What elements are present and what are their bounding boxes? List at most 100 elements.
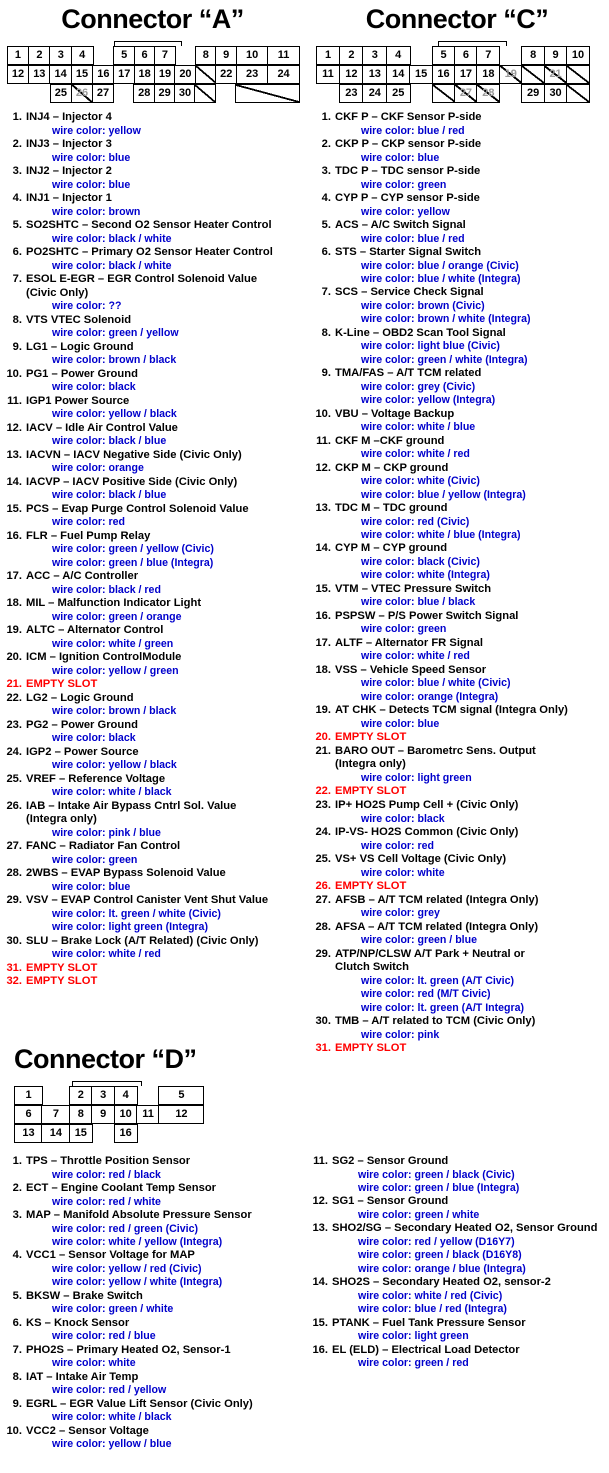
pin-cell-12[interactable]: 12 — [338, 65, 364, 84]
pin-entry: 16. FLR – Fuel Pump Relay wire color: gree… — [4, 530, 299, 570]
pin-cell-4[interactable]: 4 — [113, 1086, 138, 1105]
pin-entry-name: SG1 – Sensor Ground — [332, 1195, 449, 1208]
pin-cell-16[interactable]: 16 — [431, 65, 456, 84]
pin-cell-7[interactable]: 7 — [153, 46, 176, 65]
pin-cell-6[interactable]: 6 — [453, 46, 478, 65]
pin-cell-13[interactable]: 13 — [27, 65, 51, 84]
pin-cell-9[interactable]: 9 — [543, 46, 568, 65]
pin-cell-13[interactable]: 13 — [362, 65, 388, 84]
pin-cell-14[interactable]: 14 — [49, 65, 73, 84]
pin-cell-15[interactable]: 15 — [68, 1124, 93, 1143]
pin-cell-13[interactable]: 13 — [14, 1124, 43, 1143]
pin-cell-7[interactable]: 7 — [41, 1105, 71, 1124]
pin-entry-name: PG1 – Power Ground — [26, 367, 138, 380]
wire-color-text: wire color: light green — [361, 772, 472, 785]
pin-cell-10[interactable]: 10 — [113, 1105, 138, 1124]
pin-cell-30[interactable]: 30 — [543, 84, 568, 103]
pin-cell-28[interactable]: 28 — [133, 84, 156, 103]
pin-entry-number: 1. — [12, 1155, 22, 1167]
wire-color-text: wire color: white — [361, 866, 445, 879]
pin-cell-3[interactable]: 3 — [91, 1086, 116, 1105]
pin-cell-23[interactable]: 23 — [235, 65, 269, 84]
pin-entry-number: 19. — [315, 704, 331, 717]
pin-entry-name: IGP2 – Power Source — [26, 745, 139, 758]
pin-cell-11[interactable]: 11 — [136, 1105, 161, 1124]
pin-cell-3[interactable]: 3 — [362, 46, 388, 65]
pin-entry-number: 27. — [6, 840, 22, 853]
pin-entry-name: 2WBS – EVAP Bypass Solenoid Value — [26, 867, 226, 880]
pin-cell-14[interactable]: 14 — [385, 65, 411, 84]
pin-entry-body: EMPTY SLOT — [335, 785, 605, 799]
pin-number: 25 — [54, 87, 68, 99]
pin-cell-14[interactable]: 14 — [41, 1124, 71, 1143]
wire-color-text: wire color: blue — [361, 151, 440, 164]
pin-cell-24[interactable]: 24 — [362, 84, 388, 103]
pin-cell-25[interactable]: 25 — [49, 84, 73, 103]
pin-entry: 31. EMPTY SLOT — [313, 1042, 605, 1056]
pin-cell-1[interactable]: 1 — [14, 1086, 43, 1105]
pin-cell-23[interactable]: 23 — [338, 84, 364, 103]
pin-cell-9[interactable]: 9 — [91, 1105, 116, 1124]
pin-entry: 18. VSS – Vehicle Speed Sensor wire color:… — [313, 664, 605, 704]
pin-cell-27[interactable]: 27 — [91, 84, 115, 103]
pin-entry-number: 10. — [6, 1424, 22, 1437]
pin-cell-15[interactable]: 15 — [409, 65, 434, 84]
pin-cell-17[interactable]: 17 — [113, 65, 136, 84]
pin-entry-body: IACV – Idle Air Control Value wire color:… — [26, 422, 299, 449]
pin-cell-4[interactable]: 4 — [385, 46, 411, 65]
pin-cell-8[interactable]: 8 — [194, 46, 217, 65]
pin-cell-1[interactable]: 1 — [6, 46, 30, 65]
pin-cell-6[interactable]: 6 — [133, 46, 156, 65]
pin-cell-4[interactable]: 4 — [70, 46, 94, 65]
pin-cell-2[interactable]: 2 — [338, 46, 364, 65]
pin-cell-24[interactable]: 24 — [267, 65, 301, 84]
pin-cell-18[interactable]: 18 — [476, 65, 501, 84]
pin-cell-2[interactable]: 2 — [27, 46, 51, 65]
pin-entry-number: 28. — [6, 867, 22, 880]
pin-cell-20[interactable]: 20 — [174, 65, 197, 84]
pin-entry-name: VTM – VTEC Pressure Switch — [335, 582, 492, 595]
wire-color-text: wire color: light green (Integra) — [52, 921, 208, 934]
pin-cell-30[interactable]: 30 — [174, 84, 197, 103]
pin-cell-6[interactable]: 6 — [14, 1105, 43, 1124]
pin-cell-8[interactable]: 8 — [68, 1105, 93, 1124]
pin-entry-body: KS – Knock Sensor wire color: red / blue — [26, 1317, 300, 1344]
pin-cell-10[interactable]: 10 — [235, 46, 269, 65]
pin-cell-7[interactable]: 7 — [476, 46, 501, 65]
pin-cell-5[interactable]: 5 — [113, 46, 136, 65]
pin-cell-29[interactable]: 29 — [153, 84, 176, 103]
pin-cell-22[interactable]: 22 — [215, 65, 238, 84]
pin-cell-17[interactable]: 17 — [453, 65, 478, 84]
pin-cell-10[interactable]: 10 — [565, 46, 590, 65]
pin-cell-15[interactable]: 15 — [70, 65, 94, 84]
pin-number: 12 — [175, 1108, 188, 1120]
pin-entry-body: BKSW – Brake Switch wire color: green / w… — [26, 1290, 300, 1317]
pin-entry-name: KS – Knock Sensor — [26, 1316, 130, 1329]
pin-cell-27-unused: 27 — [453, 84, 478, 103]
pin-cell-3[interactable]: 3 — [49, 46, 73, 65]
pin-cell-5[interactable]: 5 — [158, 1086, 205, 1105]
pin-cell-9[interactable]: 9 — [215, 46, 238, 65]
pin-cell-29[interactable]: 29 — [521, 84, 546, 103]
pin-cell-12[interactable]: 12 — [158, 1105, 205, 1124]
pin-cell-16[interactable]: 16 — [113, 1124, 138, 1143]
pin-entry-name: PTANK – Fuel Tank Pressure Sensor — [332, 1316, 526, 1329]
pin-cell-19[interactable]: 19 — [154, 65, 177, 84]
pin-cell-11[interactable]: 11 — [267, 46, 301, 65]
wire-color-text: wire color: green / white (Integra) — [361, 353, 528, 366]
pin-entry: 15. PTANK – Fuel Tank Pressure Sensor wire… — [310, 1317, 609, 1344]
pin-cell-11[interactable]: 11 — [315, 65, 341, 84]
pin-cell-8[interactable]: 8 — [521, 46, 546, 65]
pin-number: 3 — [57, 49, 64, 61]
pin-cell-5[interactable]: 5 — [431, 46, 456, 65]
pin-cell-25[interactable]: 25 — [385, 84, 411, 103]
wire-color-text: wire color: red (M/T Civic) — [361, 988, 491, 1001]
pin-cell-2[interactable]: 2 — [68, 1086, 93, 1105]
pin-cell-18[interactable]: 18 — [133, 65, 156, 84]
pin-number: 15 — [74, 1127, 87, 1139]
pin-cell-1[interactable]: 1 — [315, 46, 341, 65]
pin-entry-name: VBU – Voltage Backup — [335, 407, 455, 420]
pin-cell-12[interactable]: 12 — [6, 65, 30, 84]
pin-cell-16[interactable]: 16 — [91, 65, 115, 84]
pin-entry-body: VCC2 – Sensor Voltage wire color: yellow … — [26, 1425, 300, 1452]
